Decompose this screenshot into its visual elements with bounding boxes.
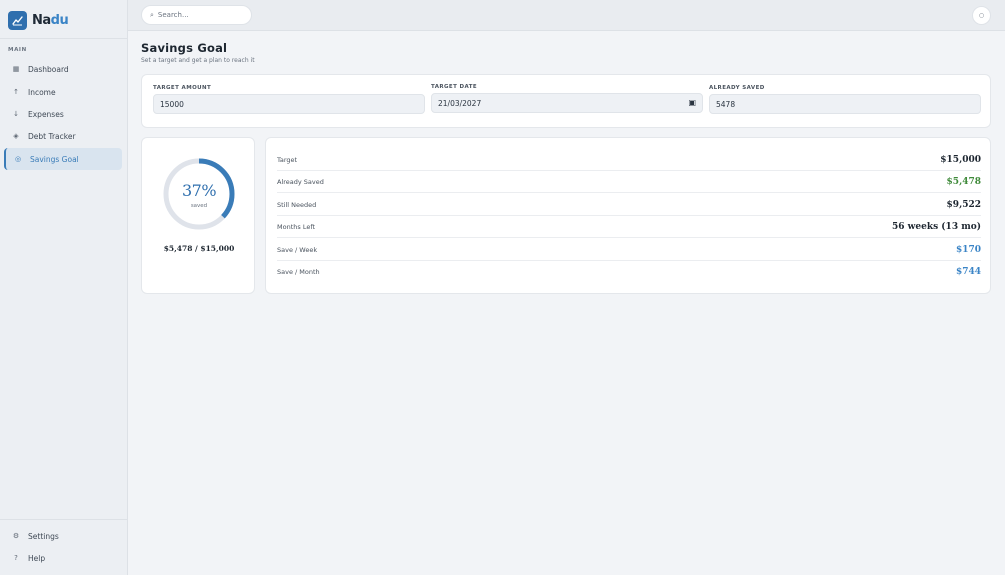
brand-name: Nadu (32, 12, 69, 28)
stat-row-months-left: Months Left 56 weeks (13 mo) (277, 216, 981, 238)
sidebar-item-label: Dashboard (28, 64, 69, 74)
search-icon: ⌕ (150, 10, 154, 19)
field-label: TARGET DATE (431, 84, 478, 90)
sidebar-item-dashboard[interactable]: ▦ Dashboard (4, 58, 122, 80)
stat-row-save-month: Save / Month $744 (277, 261, 981, 283)
field-value: 15000 (160, 99, 184, 109)
sidebar-item-label: Savings Goal (30, 154, 79, 164)
diamond-icon: ◈ (13, 132, 19, 140)
field-label: TARGET AMOUNT (153, 85, 212, 91)
target-date-field: TARGET DATE 21/03/2027 ▣ (431, 84, 703, 113)
page-subtitle: Set a target and get a plan to reach it (141, 57, 255, 64)
gear-icon: ⚙ (12, 532, 20, 540)
stat-label: Months Left (277, 222, 316, 231)
stat-value: $9,522 (946, 199, 981, 210)
arrow-down-icon: ↓ (13, 110, 19, 118)
topbar: ⌕ ○ (128, 0, 1005, 31)
stat-row-target: Target $15,000 (277, 149, 981, 171)
stat-value: $744 (955, 267, 981, 277)
calendar-icon[interactable]: ▣ (688, 98, 696, 107)
stat-label: Save / Month (277, 268, 320, 276)
sidebar-item-label: Debt Tracker (28, 131, 76, 141)
target-amount-field: TARGET AMOUNT 15000 (153, 85, 425, 114)
section-label-main: MAIN (8, 47, 27, 53)
stat-value: $5,478 (946, 176, 981, 187)
already-saved-field: ALREADY SAVED 5478 (709, 85, 981, 114)
field-label: ALREADY SAVED (709, 85, 765, 91)
search-box[interactable]: ⌕ (141, 5, 252, 25)
sidebar-item-label: Help (28, 553, 46, 563)
user-icon: ○ (978, 12, 985, 19)
sidebar-item-settings[interactable]: ⚙ Settings (4, 525, 122, 547)
target-date-input[interactable]: 21/03/2027 ▣ (431, 93, 703, 113)
divider (0, 38, 127, 39)
sidebar-item-label: Income (28, 87, 56, 97)
stat-label: Save / Week (277, 245, 318, 254)
stat-label: Still Needed (277, 200, 317, 209)
progress-total: $5,478 / $15,000 (163, 244, 235, 253)
stat-row-save-week: Save / Week $170 (277, 239, 981, 261)
sidebar-item-label: Settings (28, 531, 59, 541)
arrow-up-icon: ↑ (13, 88, 19, 96)
sidebar-item-savings-goal[interactable]: ◎ Savings Goal (4, 148, 122, 170)
progress-percent: 37% (181, 181, 217, 200)
target-icon: ◎ (14, 155, 22, 163)
stat-row-already-saved: Already Saved $5,478 (277, 171, 981, 193)
target-amount-input[interactable]: 15000 (153, 94, 425, 114)
sidebar-item-debt-tracker[interactable]: ◈ Debt Tracker (4, 125, 122, 147)
progress-ring-card: 37% saved $5,478 / $15,000 (141, 137, 255, 294)
sidebar: Nadu MAIN ▦ Dashboard ↑ Income ↓ Expense… (0, 0, 128, 575)
stat-value: $15,000 (940, 154, 981, 165)
user-menu-button[interactable]: ○ (972, 6, 991, 25)
stat-value: 56 weeks (13 mo) (892, 221, 981, 232)
divider (0, 519, 127, 520)
search-input[interactable] (157, 11, 243, 19)
sidebar-item-help[interactable]: ? Help (4, 547, 122, 569)
sidebar-item-expenses[interactable]: ↓ Expenses (4, 103, 122, 125)
brand[interactable]: Nadu (8, 10, 69, 30)
stat-label: Already Saved (277, 177, 324, 186)
stat-value: $170 (955, 244, 981, 255)
progress-sub-label: saved (190, 203, 208, 209)
savings-stats-card: Target $15,000 Already Saved $5,478 Stil… (265, 137, 991, 294)
question-icon: ? (14, 554, 18, 562)
goal-inputs-card: TARGET AMOUNT 15000 TARGET DATE 21/03/20… (141, 74, 991, 128)
field-value: 21/03/2027 (438, 98, 482, 108)
stat-row-still-needed: Still Needed $9,522 (277, 194, 981, 216)
already-saved-input[interactable]: 5478 (709, 94, 981, 114)
trend-chart-icon (8, 10, 27, 30)
page-title: Savings Goal (141, 41, 228, 55)
sidebar-item-income[interactable]: ↑ Income (4, 81, 122, 103)
field-value: 5478 (716, 99, 736, 109)
stat-label: Target (277, 155, 298, 164)
sidebar-item-label: Expenses (28, 109, 64, 119)
grid-icon: ▦ (12, 65, 20, 73)
